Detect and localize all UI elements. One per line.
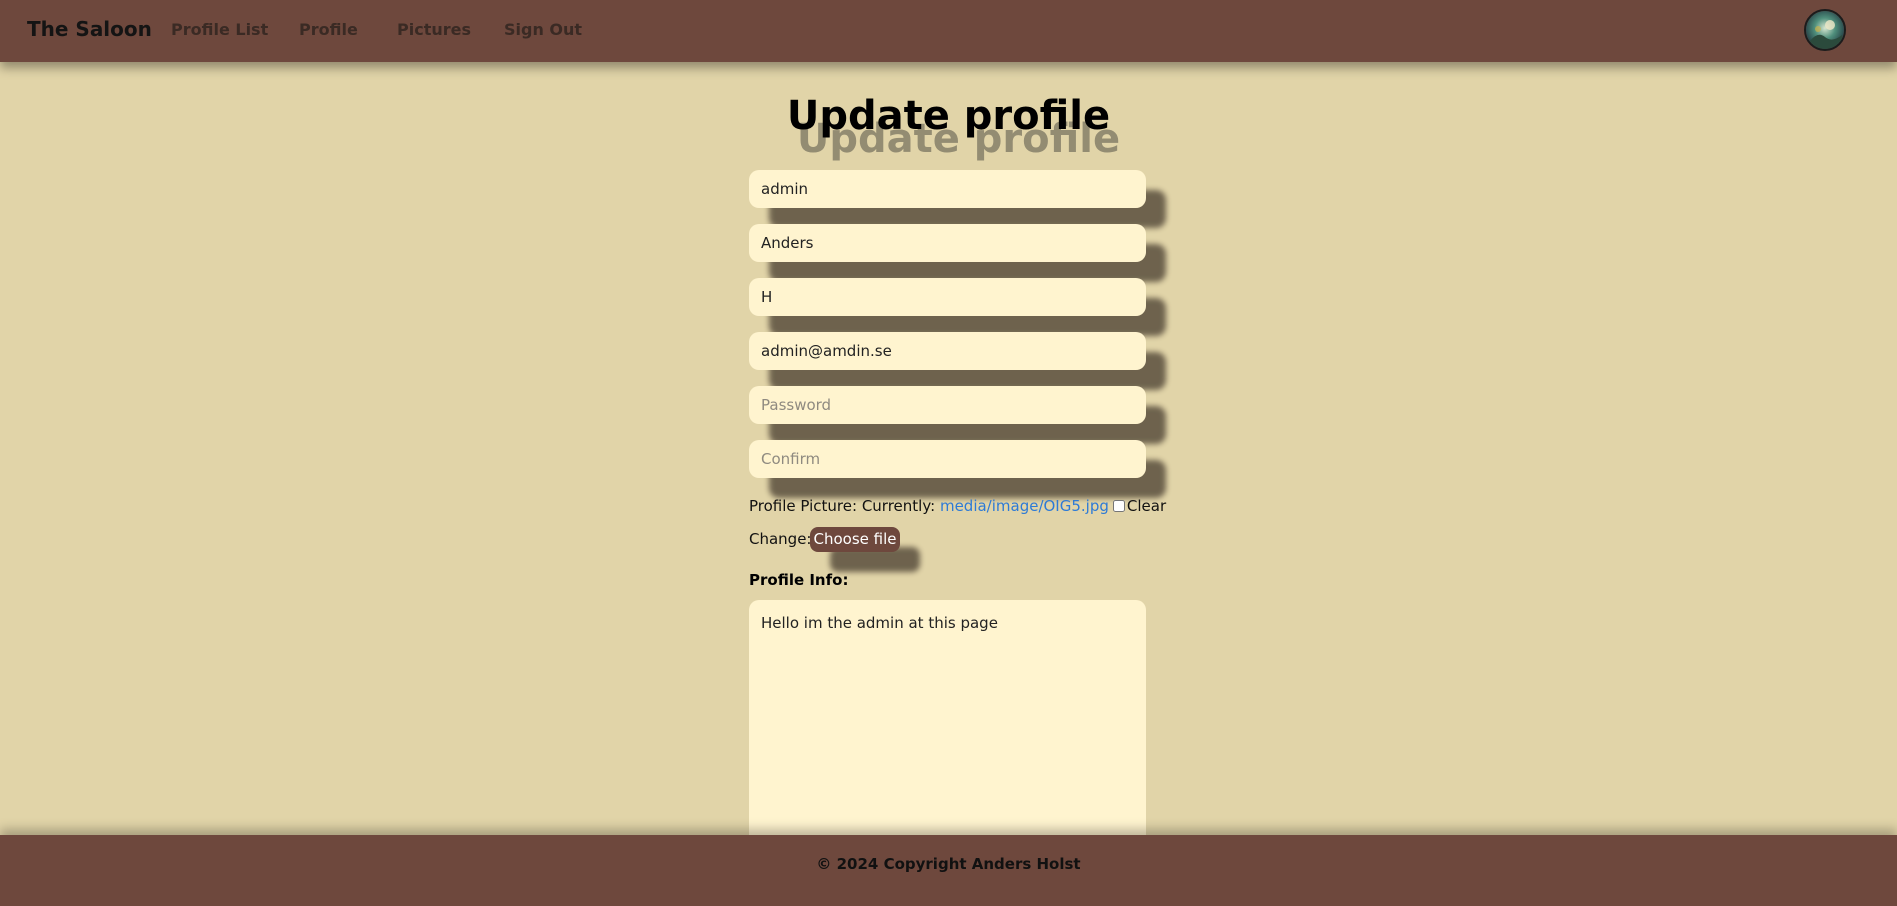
first-name-input[interactable] [749, 224, 1146, 262]
profile-info-textarea[interactable]: Hello im the admin at this page [749, 600, 1146, 850]
username-input[interactable] [749, 170, 1146, 208]
profile-picture-label: Profile Picture: Currently: [749, 497, 936, 515]
current-picture-link[interactable]: media/image/OIG5.jpg [940, 497, 1109, 515]
avatar[interactable] [1804, 9, 1846, 51]
clear-picture-checkbox[interactable] [1112, 500, 1125, 512]
first-name-field-wrap [749, 224, 1166, 282]
avatar-image [1806, 11, 1844, 49]
choose-file-wrap: Choose file [810, 527, 920, 572]
change-label: Change: [749, 530, 812, 548]
last-name-input[interactable] [749, 278, 1146, 316]
brand-link[interactable]: The Saloon [27, 17, 152, 41]
nav-link-pictures[interactable]: Pictures [397, 20, 471, 39]
password-input[interactable] [749, 386, 1146, 424]
page-title: Update profile [786, 93, 1111, 139]
clear-label: Clear [1126, 497, 1167, 515]
change-picture-row: Change: [749, 530, 811, 548]
confirm-password-input[interactable] [749, 440, 1146, 478]
password-field-wrap [749, 386, 1166, 444]
footer: © 2024 Copyright Anders Holst [0, 835, 1897, 906]
email-field-wrap [749, 332, 1166, 390]
last-name-field-wrap [749, 278, 1166, 336]
profile-info-label: Profile Info: [749, 571, 849, 589]
choose-file-button[interactable]: Choose file [810, 527, 900, 552]
nav-link-profile-list[interactable]: Profile List [171, 20, 268, 39]
navbar: The Saloon Profile List Profile Pictures… [0, 0, 1897, 62]
username-field-wrap [749, 170, 1166, 228]
nav-link-profile[interactable]: Profile [299, 20, 358, 39]
profile-picture-row: Profile Picture: Currently: media/image/… [749, 497, 1166, 515]
nav-link-sign-out[interactable]: Sign Out [504, 20, 582, 39]
confirm-field-wrap [749, 440, 1166, 498]
footer-copyright: © 2024 Copyright Anders Holst [816, 855, 1081, 873]
email-input[interactable] [749, 332, 1146, 370]
